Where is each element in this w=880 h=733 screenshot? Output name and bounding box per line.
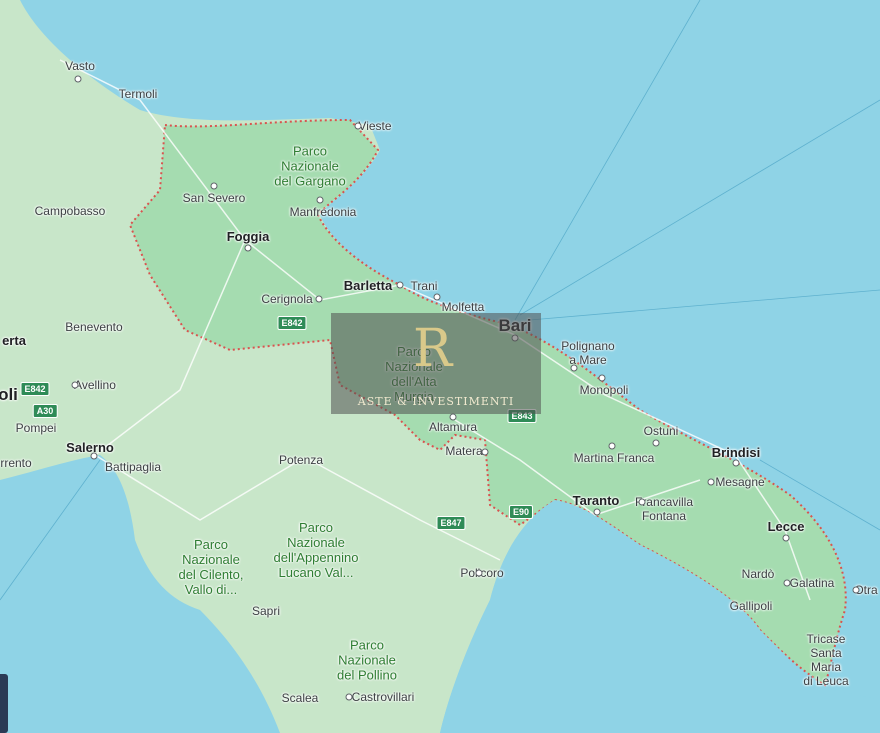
city-marker-taranto[interactable]: [593, 508, 601, 516]
city-label-potenza[interactable]: Potenza: [279, 453, 323, 467]
city-marker-otra[interactable]: [852, 586, 860, 594]
city-marker-monopoli[interactable]: [598, 374, 606, 382]
city-marker-castrovillari[interactable]: [345, 693, 353, 701]
city-label-san-severo[interactable]: San Severo: [183, 191, 246, 205]
city-label-avellino[interactable]: Avellino: [74, 378, 116, 392]
city-label-trani[interactable]: Trani: [411, 279, 438, 293]
city-marker-san-severo[interactable]: [210, 182, 218, 190]
park-label-cilento[interactable]: Parco Nazionale del Cilento, Vallo di...: [178, 537, 243, 597]
city-label-foggia[interactable]: Foggia: [227, 230, 270, 244]
city-marker-francavilla[interactable]: [638, 498, 646, 506]
road-shield-e842: E842: [277, 316, 307, 330]
city-label-matera[interactable]: Matera: [445, 444, 482, 458]
city-label-vasto[interactable]: Vasto: [65, 59, 95, 73]
city-label-lecce[interactable]: Lecce: [768, 520, 805, 534]
city-marker-vieste[interactable]: [354, 122, 362, 130]
city-label-oli[interactable]: oli: [0, 386, 18, 403]
city-marker-salerno[interactable]: [90, 452, 98, 460]
city-label-barletta[interactable]: Barletta: [344, 279, 392, 293]
city-marker-barletta[interactable]: [396, 281, 404, 289]
city-marker-galatina[interactable]: [783, 579, 791, 587]
city-label-nardo[interactable]: Nardò: [742, 567, 775, 581]
watermark: R ASTE & INVESTIMENTI: [331, 313, 541, 414]
city-label-benevento[interactable]: Benevento: [65, 320, 122, 334]
city-label-mesagne[interactable]: Mesagne: [715, 475, 764, 489]
city-label-molfetta[interactable]: Molfetta: [442, 300, 485, 314]
city-marker-mesagne[interactable]: [707, 478, 715, 486]
park-label-gargano[interactable]: Parco Nazionale del Gargano: [274, 144, 346, 189]
park-label-pollino[interactable]: Parco Nazionale del Pollino: [337, 638, 397, 683]
city-label-gallipoli[interactable]: Gallipoli: [730, 599, 773, 613]
city-marker-lecce[interactable]: [782, 534, 790, 542]
city-label-castrovillari[interactable]: Castrovillari: [352, 690, 415, 704]
city-label-cerignola[interactable]: Cerignola: [261, 292, 312, 306]
city-label-battipaglia[interactable]: Battipaglia: [105, 460, 161, 474]
city-marker-cerignola[interactable]: [315, 295, 323, 303]
city-label-rrento[interactable]: rrento: [0, 456, 31, 470]
city-label-manfredonia[interactable]: Manfredonia: [290, 205, 357, 219]
watermark-text: ASTE & INVESTIMENTI: [357, 395, 515, 408]
map-type-thumbnail[interactable]: [0, 674, 8, 733]
city-label-scalea[interactable]: Scalea: [282, 691, 319, 705]
city-label-pompei[interactable]: Pompei: [16, 421, 57, 435]
city-marker-altamura[interactable]: [449, 413, 457, 421]
city-marker-ostuni[interactable]: [652, 439, 660, 447]
city-label-termoli[interactable]: Termoli: [119, 87, 158, 101]
city-label-monopoli[interactable]: Monopoli: [580, 383, 629, 397]
watermark-logo: R: [413, 319, 453, 379]
city-label-salerno[interactable]: Salerno: [66, 441, 114, 455]
city-label-polignano[interactable]: Polignano a Mare: [561, 339, 614, 367]
city-marker-matera[interactable]: [481, 448, 489, 456]
map-canvas[interactable]: Vasto Termoli Vieste San Severo Campobasso Ma…: [0, 0, 880, 733]
city-marker-brindisi[interactable]: [732, 459, 740, 467]
city-label-brindisi[interactable]: Brindisi: [712, 446, 760, 460]
city-label-martina[interactable]: Martina Franca: [574, 451, 655, 465]
city-label-galatina[interactable]: Galatina: [790, 576, 835, 590]
city-marker-martina[interactable]: [608, 442, 616, 450]
city-marker-manfredonia[interactable]: [316, 196, 324, 204]
city-marker-foggia[interactable]: [244, 244, 252, 252]
city-marker-policoro[interactable]: [475, 569, 483, 577]
city-label-erta[interactable]: erta: [2, 334, 26, 348]
city-label-taranto[interactable]: Taranto: [573, 494, 620, 508]
city-label-santa-maria[interactable]: Santa Maria di Leuca: [799, 646, 853, 688]
road-shield-a30: A30: [32, 404, 58, 418]
city-label-campobasso[interactable]: Campobasso: [35, 204, 106, 218]
city-marker-vasto[interactable]: [74, 75, 82, 83]
road-shield-e842: E842: [20, 382, 50, 396]
city-marker-polignano[interactable]: [570, 364, 578, 372]
city-marker-avellino[interactable]: [71, 381, 79, 389]
city-label-altamura[interactable]: Altamura: [429, 420, 477, 434]
park-label-appennino[interactable]: Parco Nazionale dell'Appennino Lucano Va…: [274, 520, 359, 580]
city-label-ostuni[interactable]: Ostuni: [644, 424, 679, 438]
city-marker-molfetta[interactable]: [433, 293, 441, 301]
road-shield-e90: E90: [508, 505, 534, 519]
road-shield-e847: E847: [436, 516, 466, 530]
city-label-sapri[interactable]: Sapri: [252, 604, 280, 618]
city-label-vieste[interactable]: Vieste: [358, 119, 391, 133]
city-label-tricase[interactable]: Tricase: [807, 632, 846, 646]
